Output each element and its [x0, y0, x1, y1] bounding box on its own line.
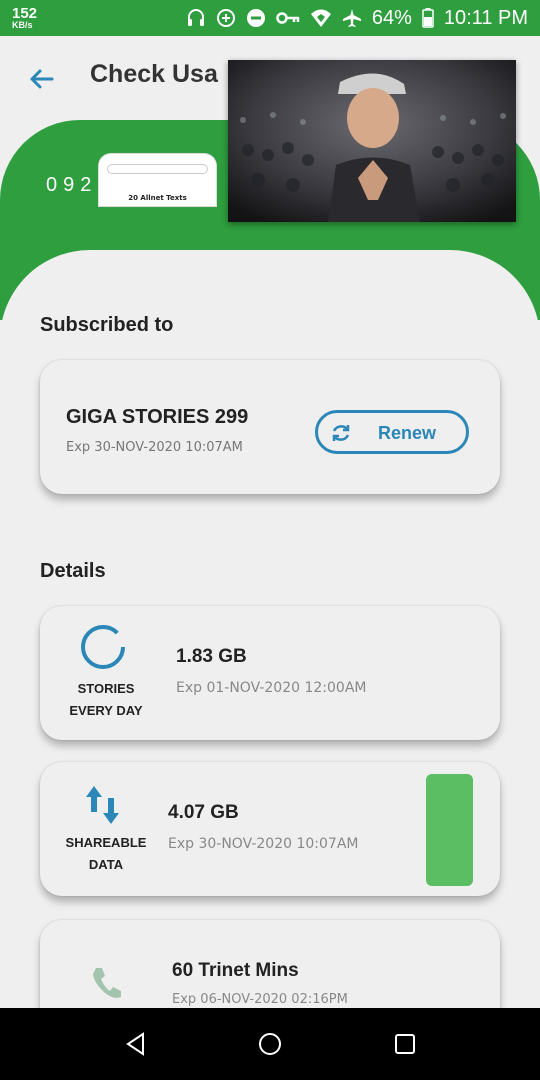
vpn-key-icon: [276, 12, 300, 24]
phone-icon: [93, 968, 121, 998]
promo-thumbnail[interactable]: 20 Allnet Texts: [99, 154, 216, 206]
dnd-icon: [246, 9, 265, 27]
detail-label: STORIES EVERY DAY: [54, 678, 158, 722]
subscription-card: GIGA STORIES 299 Exp 30-NOV-2020 10:07AM…: [40, 360, 500, 494]
detail-amount: 1.83 GB: [176, 646, 247, 667]
detail-amount: 60 Trinet Mins: [172, 960, 299, 981]
system-nav-bar: [0, 1008, 540, 1080]
battery-icon: [422, 8, 434, 28]
home-nav-icon[interactable]: [256, 1030, 284, 1058]
check-usage-screen: 152 KB/s 64% 10:11 PM Check Usa 092 20 A…: [0, 0, 540, 1080]
clock: 10:11 PM: [443, 6, 528, 29]
promo-thumbnail-text: 20 Allnet Texts: [128, 194, 187, 202]
wifi-icon: [310, 9, 331, 27]
data-saver-icon: [216, 9, 235, 27]
detail-expiry: Exp 30-NOV-2020 10:07AM: [168, 836, 359, 852]
page-title: Check Usa: [90, 60, 218, 88]
status-bar: 152 KB/s 64% 10:11 PM: [0, 0, 540, 36]
detail-label-line1: SHAREABLE: [65, 835, 147, 850]
recents-nav-icon[interactable]: [391, 1030, 419, 1058]
detail-expiry: Exp 06-NOV-2020 02:16PM: [172, 992, 348, 1007]
airplane-icon: [342, 9, 361, 27]
promo-thumbnail-bar: [107, 164, 208, 174]
detail-label-line2: DATA: [88, 857, 124, 872]
account-number: 092: [46, 174, 98, 196]
transfer-arrows-icon: [86, 786, 119, 824]
headset-icon: [187, 9, 204, 26]
network-speed-unit: KB/s: [12, 20, 33, 30]
detail-amount: 4.07 GB: [168, 802, 239, 823]
video-frame: [228, 60, 516, 222]
detail-card-stories[interactable]: STORIES EVERY DAY 1.83 GB Exp 01-NOV-202…: [40, 606, 500, 740]
ring-icon: [81, 625, 125, 669]
plan-expiry: Exp 30-NOV-2020 10:07AM: [66, 440, 243, 455]
detail-card-shareable[interactable]: SHAREABLE DATA 4.07 GB Exp 30-NOV-2020 1…: [40, 762, 500, 896]
renew-label: Renew: [378, 423, 437, 443]
plan-name: GIGA STORIES 299: [66, 406, 249, 428]
video-overlay[interactable]: [228, 60, 516, 222]
back-arrow-icon[interactable]: [28, 66, 54, 92]
share-tile[interactable]: [426, 774, 473, 886]
detail-label-line1: STORIES: [77, 681, 135, 696]
detail-expiry: Exp 01-NOV-2020 12:00AM: [176, 680, 367, 696]
details-section-title: Details: [40, 560, 106, 582]
refresh-icon: [332, 425, 350, 441]
renew-button[interactable]: Renew: [315, 410, 469, 454]
network-speed-value: 152: [12, 5, 38, 22]
subscribed-section-title: Subscribed to: [40, 314, 174, 336]
battery-percent: 64%: [371, 6, 412, 29]
network-speed: 152 KB/s: [12, 6, 37, 30]
detail-label-line2: EVERY DAY: [69, 703, 143, 718]
detail-label: SHAREABLE DATA: [54, 832, 158, 876]
back-nav-icon[interactable]: [122, 1030, 150, 1058]
